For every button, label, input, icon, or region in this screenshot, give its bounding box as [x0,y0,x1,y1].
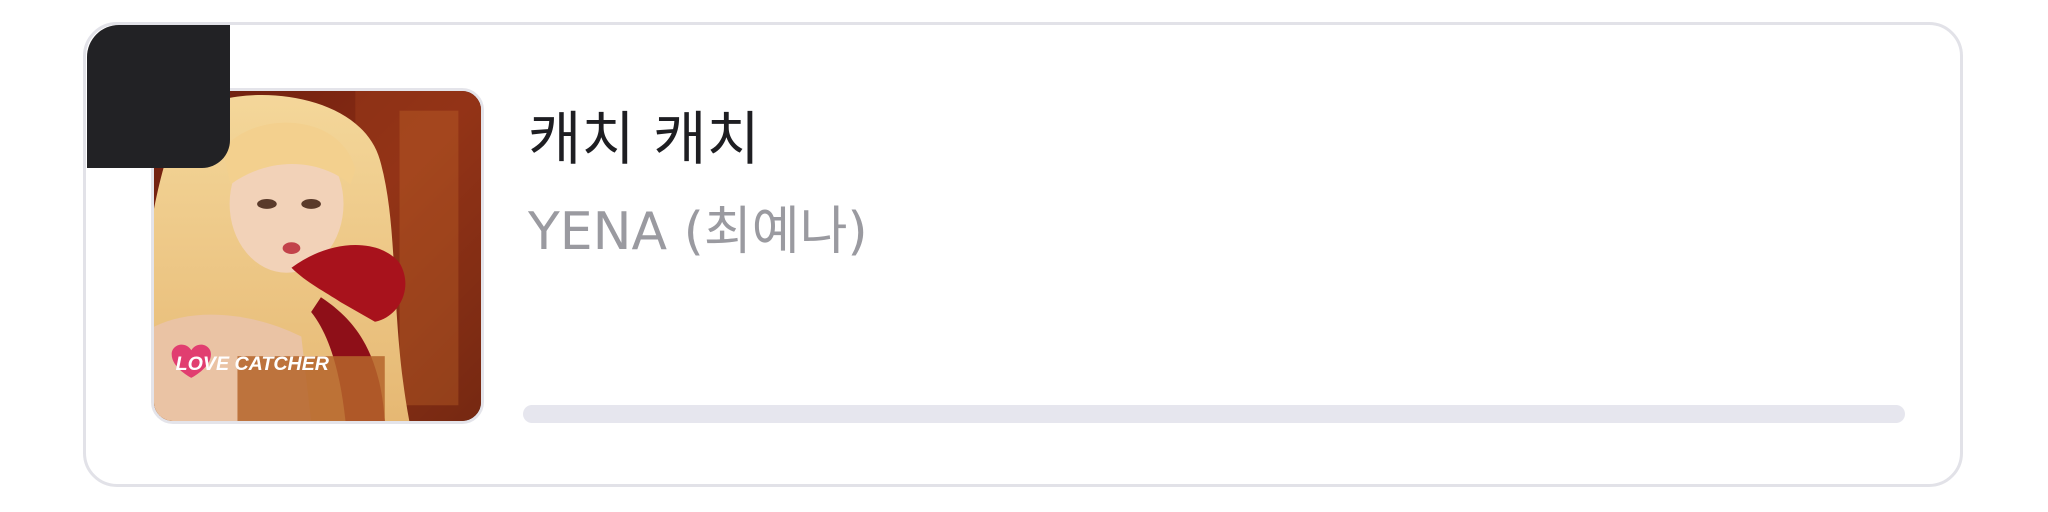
corner-overlay-block [87,25,230,168]
progress-bar[interactable] [523,405,1905,423]
track-artist: YENA (최예나) [528,202,868,262]
album-logo-text: LOVE CATCHER [176,353,330,375]
track-title: 캐치 캐치 [528,105,760,173]
